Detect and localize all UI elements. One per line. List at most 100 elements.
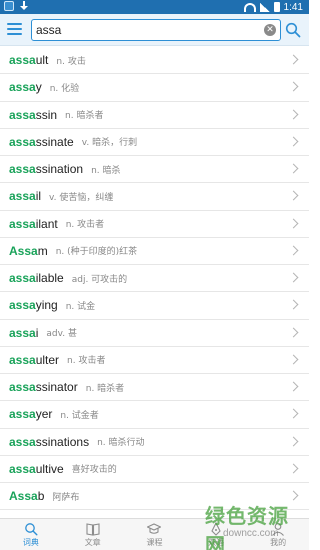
- search-icon: [25, 523, 38, 536]
- signal-icon: [259, 2, 270, 12]
- wifi-icon: [243, 2, 256, 12]
- status-bar: 1:41: [0, 0, 309, 14]
- clear-icon[interactable]: ✕: [264, 24, 276, 36]
- result-row[interactable]: assaultive 喜好攻击的: [0, 456, 309, 483]
- result-word-rest: ssinate: [35, 134, 74, 149]
- chevron-right-icon: [288, 245, 299, 256]
- chevron-right-icon: [288, 354, 299, 365]
- chevron-right-icon: [288, 136, 299, 147]
- result-row[interactable]: assassination n. 暗杀: [0, 156, 309, 184]
- result-word-rest: m: [37, 243, 48, 258]
- chevron-right-icon: [288, 490, 299, 501]
- download-icon: [20, 1, 28, 11]
- result-definition: 阿萨布: [52, 492, 80, 503]
- book-icon: [86, 523, 100, 536]
- nav-profile[interactable]: 我的: [247, 519, 309, 550]
- result-word-match: assa: [9, 298, 36, 313]
- result-row[interactable]: assault n. 攻击: [0, 47, 309, 75]
- result-word-rest: ultive: [35, 461, 64, 476]
- result-word-rest: yer: [35, 407, 53, 422]
- result-word: assaulter: [9, 353, 59, 367]
- result-word-match: Assa: [9, 489, 38, 504]
- result-definition: n. 暗杀者: [85, 383, 125, 394]
- result-word-match: Assa: [9, 243, 38, 258]
- result-word-match: assa: [9, 380, 36, 395]
- chevron-right-icon: [288, 381, 299, 392]
- result-word: assailant: [9, 217, 58, 231]
- result-word: assay: [9, 80, 42, 94]
- menu-icon[interactable]: [7, 23, 22, 36]
- result-row[interactable]: assailant n. 攻击者: [0, 211, 309, 238]
- status-time: 1:41: [283, 1, 303, 13]
- result-word-match: assa: [9, 352, 36, 367]
- result-row[interactable]: assai adv. 甚: [0, 320, 309, 347]
- result-word-rest: i: [35, 325, 39, 340]
- chevron-right-icon: [288, 463, 299, 474]
- result-definition: v. 暗杀，行刺: [81, 138, 138, 149]
- result-definition: n. 暗杀: [91, 165, 121, 176]
- result-row[interactable]: Assam n. (种于印度的)红茶: [0, 238, 309, 265]
- result-row[interactable]: assassinate v. 暗杀，行刺: [0, 129, 309, 156]
- result-word: assassination: [9, 162, 83, 176]
- result-definition: v. 使苦恼，纠缠: [49, 192, 114, 203]
- result-row[interactable]: assassinator n. 暗杀者: [0, 374, 309, 402]
- result-word-rest: y: [35, 80, 42, 95]
- result-word-match: assa: [9, 80, 36, 95]
- search-box[interactable]: ✕: [31, 19, 281, 41]
- result-word: Assab: [9, 489, 44, 503]
- result-word-rest: ilable: [35, 271, 64, 286]
- result-word-match: assa: [9, 162, 36, 177]
- nav-label: 词典: [22, 538, 39, 547]
- result-definition: n. 试金者: [60, 410, 99, 421]
- chevron-right-icon: [288, 163, 299, 174]
- battery-icon: [273, 2, 280, 12]
- result-word-match: assa: [9, 216, 36, 231]
- results-list: assault n. 攻击 assay n. 化验 assassin n. 暗杀者 assa…: [0, 47, 309, 511]
- chevron-right-icon: [288, 54, 299, 65]
- search-icon[interactable]: [285, 22, 301, 38]
- chevron-right-icon: [288, 408, 299, 419]
- nav-label: 课程: [146, 538, 163, 547]
- nav-articles[interactable]: 文章: [62, 519, 124, 550]
- result-definition: n. 攻击者: [65, 220, 105, 231]
- nav-label: 我的: [270, 538, 287, 547]
- result-row[interactable]: assaulter n. 攻击者: [0, 347, 309, 374]
- chevron-right-icon: [288, 218, 299, 228]
- result-word: assaying: [9, 298, 58, 312]
- nav-courses[interactable]: 课程: [124, 519, 186, 550]
- result-row[interactable]: assail v. 使苦恼，纠缠: [0, 183, 309, 211]
- result-definition: n. (种于印度的)红茶: [55, 247, 138, 258]
- result-word-rest: ssination: [35, 162, 84, 177]
- result-word-match: assa: [9, 53, 36, 68]
- result-row[interactable]: assayer n. 试金者: [0, 401, 309, 429]
- result-definition: n. 暗杀者: [65, 111, 104, 122]
- chevron-right-icon: [288, 81, 299, 92]
- result-word: assaultive: [9, 462, 64, 476]
- app-notification-icon: [4, 1, 14, 11]
- result-definition: n. 攻击者: [67, 356, 106, 367]
- result-definition: 喜好攻击的: [71, 465, 117, 476]
- result-word-match: assa: [9, 434, 36, 449]
- result-word-rest: ult: [35, 53, 49, 68]
- nav-bilingual[interactable]: 双语: [185, 519, 247, 550]
- result-definition: n. 试金: [65, 301, 96, 312]
- nav-label: 双语: [208, 538, 225, 547]
- result-row[interactable]: assaying n. 试金: [0, 292, 309, 320]
- result-row[interactable]: Assab 阿萨布: [0, 483, 309, 511]
- result-row[interactable]: assassinations n. 暗杀行动: [0, 429, 309, 456]
- chevron-right-icon: [288, 299, 299, 310]
- nav-dictionary[interactable]: 词典: [0, 519, 62, 550]
- result-row[interactable]: assay n. 化验: [0, 74, 309, 102]
- app-bar: ✕: [0, 14, 309, 46]
- result-row[interactable]: assassin n. 暗杀者: [0, 102, 309, 129]
- result-row[interactable]: assailable adj. 可攻击的: [0, 265, 309, 293]
- search-input[interactable]: [36, 22, 256, 38]
- result-word: assai: [9, 326, 38, 340]
- result-word-match: assa: [9, 461, 36, 476]
- result-word: assailable: [9, 271, 64, 285]
- nav-label: 文章: [84, 538, 101, 547]
- result-word: assail: [9, 189, 41, 203]
- result-word-rest: ssinations: [35, 434, 90, 449]
- graduation-cap-icon: [147, 523, 162, 534]
- result-word-rest: il: [35, 189, 42, 204]
